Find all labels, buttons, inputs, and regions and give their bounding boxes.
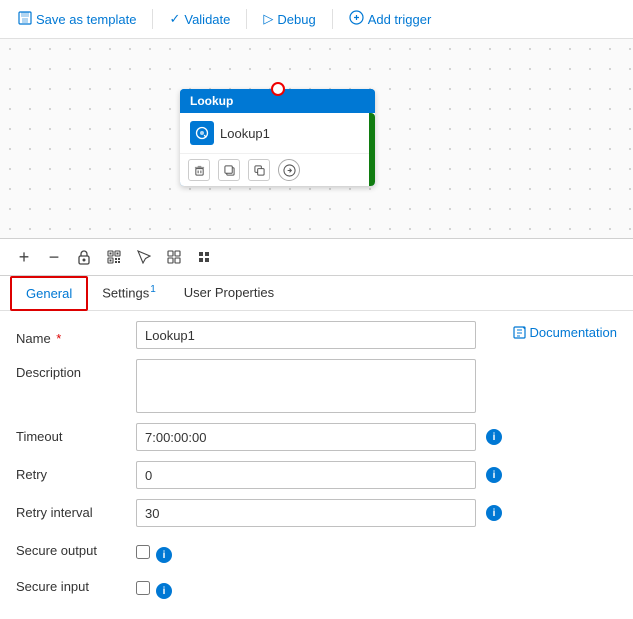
description-input[interactable] [136, 359, 476, 413]
node-copy-button[interactable] [218, 159, 240, 181]
node-actions [180, 153, 375, 186]
timeout-row: Timeout i [16, 423, 617, 451]
timeout-input[interactable] [136, 423, 476, 451]
add-trigger-label: Add trigger [368, 12, 432, 27]
grid-button[interactable] [190, 243, 218, 271]
canvas-toolbar: + − [0, 239, 633, 276]
secure-output-checkbox[interactable] [136, 545, 150, 559]
properties-tabs: General Settings1 User Properties [0, 276, 633, 311]
name-label: Name * [16, 325, 126, 346]
timeout-label: Timeout [16, 423, 126, 444]
secure-input-checkbox-area: i [136, 573, 172, 599]
tab-user-properties[interactable]: User Properties [170, 276, 288, 311]
retry-info-icon[interactable]: i [486, 467, 502, 483]
secure-input-label: Secure input [16, 573, 126, 594]
save-template-icon [18, 11, 32, 28]
node-delete-button[interactable] [188, 159, 210, 181]
retry-interval-label: Retry interval [16, 499, 126, 520]
secure-input-info-icon[interactable]: i [156, 583, 172, 599]
select-button[interactable] [130, 243, 158, 271]
main-toolbar: Save as template ✓ Validate ▷ Debug Add … [0, 0, 633, 39]
node-type-icon [190, 121, 214, 145]
validate-label: Validate [184, 12, 230, 27]
node-connect-button[interactable] [278, 159, 300, 181]
lock-button[interactable] [70, 243, 98, 271]
properties-panel: General Settings1 User Properties Name *… [0, 276, 633, 619]
documentation-link[interactable]: Documentation [513, 321, 617, 340]
zoom-out-button[interactable]: − [40, 243, 68, 271]
secure-input-row: Secure input i [16, 573, 617, 599]
validate-button[interactable]: ✓ Validate [161, 7, 238, 31]
name-input[interactable] [136, 321, 476, 349]
sep2 [246, 9, 247, 29]
retry-label: Retry [16, 461, 126, 482]
validate-icon: ✓ [169, 11, 180, 27]
retry-input[interactable] [136, 461, 476, 489]
timeout-info-icon[interactable]: i [486, 429, 502, 445]
tab-settings[interactable]: Settings1 [88, 276, 170, 311]
description-row: Description [16, 359, 617, 413]
sep1 [152, 9, 153, 29]
debug-label: Debug [277, 12, 315, 27]
node-name-label: Lookup1 [220, 126, 365, 141]
node-status-bar [369, 113, 375, 186]
canvas-area: Lookup Lookup1 [0, 39, 633, 239]
save-template-label: Save as template [36, 12, 136, 27]
debug-icon: ▷ [263, 11, 273, 27]
qr-button[interactable] [100, 243, 128, 271]
secure-output-info-icon[interactable]: i [156, 547, 172, 563]
tab-general[interactable]: General [10, 276, 88, 311]
node-card: Lookup Lookup1 [180, 89, 375, 186]
save-template-button[interactable]: Save as template [10, 7, 144, 32]
retry-interval-input[interactable] [136, 499, 476, 527]
fit-button[interactable] [160, 243, 188, 271]
node-clone-button[interactable] [248, 159, 270, 181]
secure-output-label: Secure output [16, 537, 126, 558]
properties-form: Name * Documentation Description Timeout [0, 311, 633, 619]
retry-interval-row: Retry interval i [16, 499, 617, 527]
sep3 [332, 9, 333, 29]
description-label: Description [16, 359, 126, 380]
debug-button[interactable]: ▷ Debug [255, 7, 323, 31]
secure-output-row: Secure output i [16, 537, 617, 563]
settings-badge: 1 [150, 284, 156, 295]
secure-output-checkbox-area: i [136, 537, 172, 563]
add-trigger-icon [349, 10, 364, 28]
node-body: Lookup1 [180, 113, 375, 153]
node-top-connector [271, 82, 285, 96]
retry-row: Retry i [16, 461, 617, 489]
lookup-node[interactable]: Lookup Lookup1 [180, 89, 375, 186]
secure-input-checkbox[interactable] [136, 581, 150, 595]
node-body-wrapper: Lookup1 [180, 113, 375, 186]
retry-interval-info-icon[interactable]: i [486, 505, 502, 521]
name-required: * [53, 331, 62, 346]
name-row: Name * Documentation [16, 321, 617, 349]
zoom-in-button[interactable]: + [10, 243, 38, 271]
add-trigger-button[interactable]: Add trigger [341, 6, 440, 32]
